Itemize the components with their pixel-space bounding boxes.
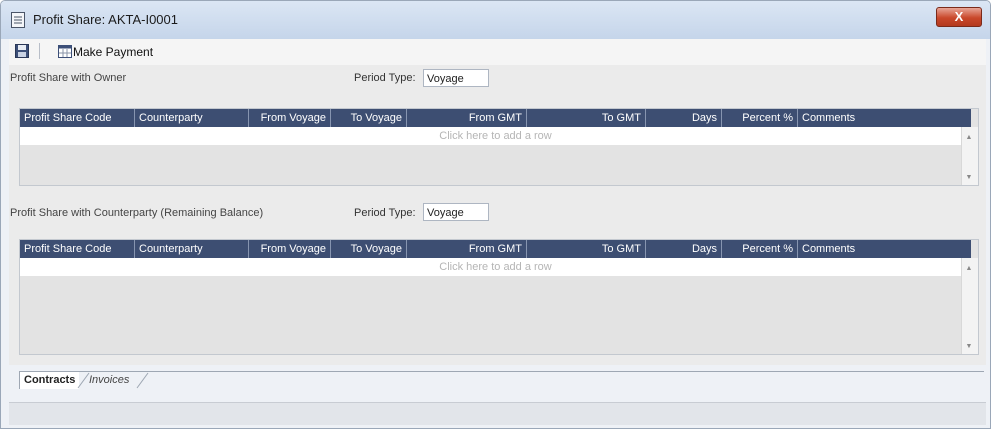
save-icon[interactable] [15,44,29,58]
tab-contracts[interactable]: Contracts [19,372,80,389]
tab-separator [136,372,149,389]
col-profit-share-code[interactable]: Profit Share Code [20,240,135,258]
counterparty-section-title: Profit Share with Counterparty (Remainin… [10,207,264,219]
owner-period-type-label: Period Type: [354,72,416,84]
col-to-voyage[interactable]: To Voyage [331,240,407,258]
counterparty-profit-share-grid: Profit Share Code Counterparty From Voya… [19,239,979,355]
tab-divider [19,371,984,372]
col-to-voyage[interactable]: To Voyage [331,109,407,127]
counterparty-period-type-label: Period Type: [354,207,416,219]
scroll-up-icon[interactable]: ▲ [964,264,974,274]
counterparty-period-type-field[interactable]: Voyage [423,203,489,221]
toolbar-separator [39,43,40,59]
add-row-prompt[interactable]: Click here to add a row [20,127,971,145]
scroll-up-icon[interactable]: ▲ [964,133,974,143]
owner-profit-share-grid: Profit Share Code Counterparty From Voya… [19,108,979,186]
content-area: Profit Share with Owner Period Type: Voy… [9,65,986,365]
col-percent[interactable]: Percent % [722,240,798,258]
window-title: Profit Share: AKTA-I0001 [33,12,178,27]
col-counterparty[interactable]: Counterparty [135,109,249,127]
col-from-voyage[interactable]: From Voyage [249,240,331,258]
col-counterparty[interactable]: Counterparty [135,240,249,258]
profit-share-window: Profit Share: AKTA-I0001 X Make Payment … [0,0,991,429]
tab-bar: Contracts Invoices [9,365,986,401]
grid-header: Profit Share Code Counterparty From Voya… [20,109,971,127]
col-to-gmt[interactable]: To GMT [527,240,646,258]
calendar-icon [58,45,72,58]
col-from-gmt[interactable]: From GMT [407,109,527,127]
col-percent[interactable]: Percent % [722,109,798,127]
vertical-scrollbar[interactable]: ▲ ▼ [961,258,978,354]
close-icon: X [954,9,964,24]
col-from-voyage[interactable]: From Voyage [249,109,331,127]
tab-invoices[interactable]: Invoices [85,372,133,389]
col-from-gmt[interactable]: From GMT [407,240,527,258]
title-bar: Profit Share: AKTA-I0001 X [1,1,990,39]
col-to-gmt[interactable]: To GMT [527,109,646,127]
status-bar [9,402,986,425]
vertical-scrollbar[interactable]: ▲ ▼ [961,127,978,185]
scroll-down-icon[interactable]: ▼ [964,342,974,352]
scroll-down-icon[interactable]: ▼ [964,173,974,183]
col-profit-share-code[interactable]: Profit Share Code [20,109,135,127]
add-row-prompt[interactable]: Click here to add a row [20,258,971,276]
col-comments[interactable]: Comments [798,109,971,127]
col-days[interactable]: Days [646,109,722,127]
form-icon [11,12,25,28]
make-payment-label: Make Payment [73,45,154,59]
owner-section-title: Profit Share with Owner [10,72,127,84]
toolbar: Make Payment [9,39,986,66]
grid-header: Profit Share Code Counterparty From Voya… [20,240,971,258]
owner-period-type-field[interactable]: Voyage [423,69,489,87]
close-button[interactable]: X [936,7,982,27]
col-comments[interactable]: Comments [798,240,971,258]
col-days[interactable]: Days [646,240,722,258]
